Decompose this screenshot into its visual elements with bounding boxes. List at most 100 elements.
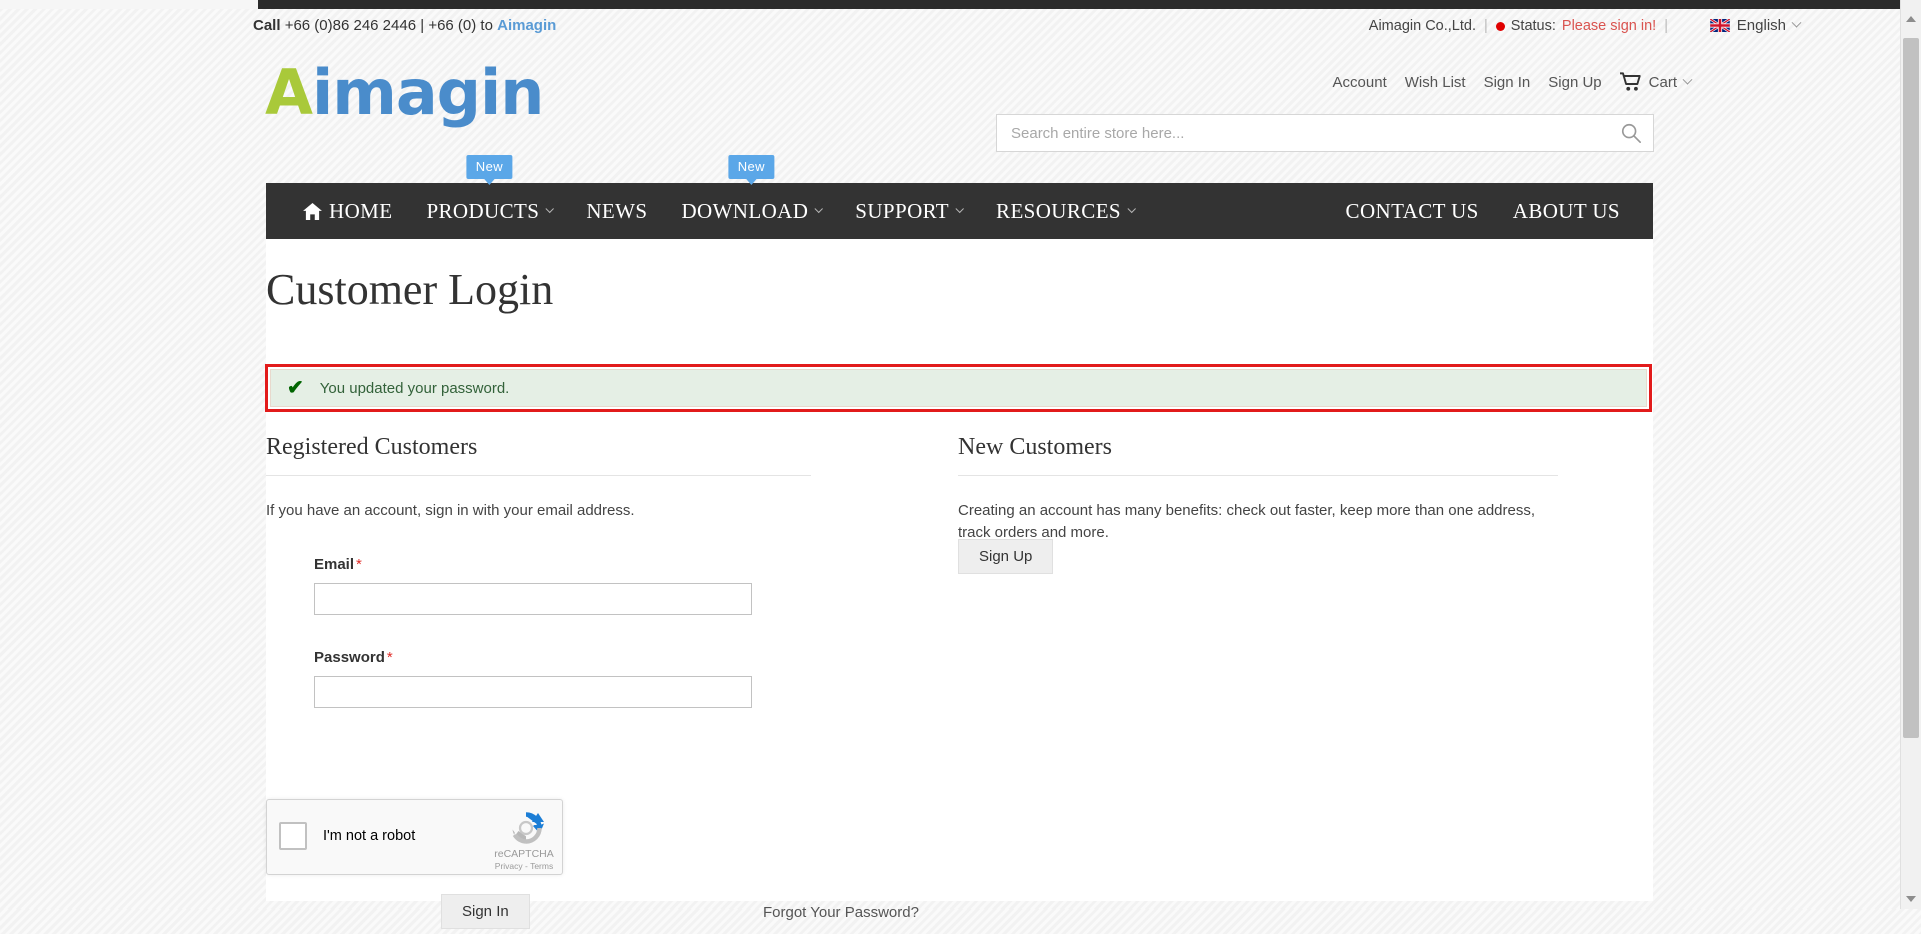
recaptcha-logo-icon [512, 812, 544, 844]
chevron-down-icon [1682, 74, 1693, 85]
recaptcha-legal-links[interactable]: Privacy - Terms [494, 861, 554, 871]
vertical-scrollbar[interactable] [1900, 0, 1921, 909]
new-customers-note: Creating an account has many benefits: c… [958, 502, 1536, 541]
site-logo[interactable]: Aimagin [265, 62, 544, 124]
recaptcha-brand-label: reCAPTCHA [494, 848, 554, 860]
nav-item-download[interactable]: New DOWNLOAD [664, 155, 838, 239]
nav-item-news[interactable]: NEWS [569, 183, 664, 239]
scroll-up-button[interactable] [1901, 9, 1921, 29]
password-input[interactable] [314, 675, 752, 708]
top-black-strip [0, 0, 1921, 9]
sign-in-button[interactable]: Sign In [441, 894, 530, 929]
utility-bar: Call +66 (0)86 246 2446 | +66 (0) to Aim… [0, 9, 1900, 43]
password-label: Password * [314, 649, 811, 666]
success-message-text: You updated your password. [319, 379, 510, 397]
brand-word[interactable]: Aimagin [497, 17, 556, 34]
search-button[interactable] [1619, 122, 1643, 146]
logo-first-letter: A [265, 56, 313, 129]
scrollbar-thumb[interactable] [1903, 38, 1919, 738]
company-name: Aimagin Co.,Ltd. [1368, 18, 1476, 34]
registered-customers-title: Registered Customers [266, 434, 478, 460]
cart-label: Cart [1648, 73, 1677, 91]
scroll-down-arrow-icon [1906, 896, 1916, 902]
nav-label-products: PRODUCTS [426, 198, 540, 223]
status-info: Aimagin Co.,Ltd. | Status: Please sign i… [1369, 18, 1670, 34]
shopping-cart-icon [1619, 72, 1641, 91]
email-label-text: Email [314, 555, 355, 573]
nav-label-news: NEWS [586, 198, 648, 223]
sign-up-button[interactable]: Sign Up [958, 539, 1054, 574]
forgot-password-link[interactable]: Forgot Your Password? [763, 904, 919, 921]
account-link-account[interactable]: Account [1333, 74, 1387, 91]
account-links: Account Wish List Sign In Sign Up Cart [1333, 72, 1693, 92]
phone-primary: +66 (0)86 246 2446 [284, 17, 417, 34]
phone-secondary: +66 (0) to [428, 17, 493, 34]
registered-customers-block: Registered Customers If you have an acco… [266, 434, 919, 929]
nav-item-about-us[interactable]: ABOUT US [1496, 183, 1637, 239]
nav-item-home[interactable]: HOME [286, 183, 409, 239]
language-label: English [1736, 17, 1786, 34]
status-value[interactable]: Please sign in! [1562, 18, 1656, 34]
nav-label-resources: RESOURCES [996, 198, 1121, 223]
recaptcha-widget[interactable]: I'm not a robot reCAPTCHA Privacy - Term… [266, 799, 563, 875]
status-divider: | [1483, 18, 1488, 34]
chevron-down-icon [814, 204, 824, 214]
nav-label-support: SUPPORT [855, 198, 950, 223]
scroll-up-arrow-icon [1906, 16, 1916, 22]
account-link-wish-list[interactable]: Wish List [1405, 74, 1466, 91]
new-customers-title: New Customers [958, 434, 1112, 460]
page-title: Customer Login [266, 265, 554, 314]
search-bar [996, 114, 1654, 152]
search-icon [1621, 123, 1641, 143]
recaptcha-checkbox[interactable] [279, 822, 307, 850]
account-link-sign-up[interactable]: Sign Up [1548, 74, 1601, 91]
divider [266, 475, 811, 476]
nav-item-resources[interactable]: RESOURCES [979, 183, 1151, 239]
chevron-down-icon [1127, 204, 1136, 214]
main-navigation: HOME New PRODUCTS NEWS New DOWNLOAD SUPP… [266, 155, 1653, 239]
email-required-asterisk: * [356, 555, 362, 573]
badge-new-products: New [466, 155, 512, 179]
chevron-down-icon [1791, 17, 1802, 28]
registered-customers-note: If you have an account, sign in with you… [266, 502, 635, 519]
logo-rest: imagin [311, 56, 544, 129]
password-required-asterisk: * [386, 648, 393, 666]
nav-right-group: CONTACT US ABOUT US [1329, 183, 1637, 239]
top-strip-left-gap [0, 0, 258, 9]
nav-item-contact-us[interactable]: CONTACT US [1329, 183, 1496, 239]
content-panel: Customer Login ✔ You updated your passwo… [265, 239, 1653, 929]
phone-separator: | [420, 17, 425, 34]
chevron-down-icon [955, 204, 964, 214]
badge-new-download: New [728, 155, 774, 179]
chevron-down-icon [545, 204, 555, 214]
new-customers-block: New Customers Creating an account has ma… [958, 434, 1558, 574]
password-label-text: Password [314, 648, 385, 666]
check-icon: ✔ [287, 377, 304, 399]
email-field-group: Email * [266, 556, 811, 615]
language-selector[interactable]: English [1709, 17, 1802, 34]
nav-left-group: HOME New PRODUCTS NEWS New DOWNLOAD SUPP… [266, 155, 1151, 239]
call-label: Call [253, 17, 281, 34]
home-icon [303, 202, 322, 220]
uk-flag-icon [1709, 19, 1730, 32]
search-input[interactable] [997, 115, 1607, 151]
nav-item-support[interactable]: SUPPORT [838, 183, 979, 239]
scroll-down-button[interactable] [1901, 889, 1921, 909]
nav-label-download: DOWNLOAD [681, 198, 809, 223]
password-field-group: Password * [266, 649, 811, 708]
cart-link[interactable]: Cart [1619, 72, 1693, 92]
annotation-highlight-box: ✔ You updated your password. [265, 364, 1652, 412]
nav-label-home: HOME [329, 198, 393, 223]
email-input[interactable] [314, 582, 752, 615]
status-label: Status: [1510, 18, 1556, 34]
recaptcha-checkbox-label: I'm not a robot [323, 828, 416, 844]
divider [958, 475, 1558, 476]
nav-item-products[interactable]: New PRODUCTS [409, 155, 569, 239]
account-link-sign-in[interactable]: Sign In [1484, 74, 1531, 91]
email-label: Email * [314, 556, 811, 573]
call-info: Call +66 (0)86 246 2446 | +66 (0) to Aim… [253, 17, 556, 34]
red-dot-icon [1495, 21, 1505, 31]
nav-label-contact-us: CONTACT US [1345, 198, 1479, 223]
registered-actions: Sign In Forgot Your Password? [266, 894, 919, 934]
success-message-banner: ✔ You updated your password. [270, 369, 1647, 407]
